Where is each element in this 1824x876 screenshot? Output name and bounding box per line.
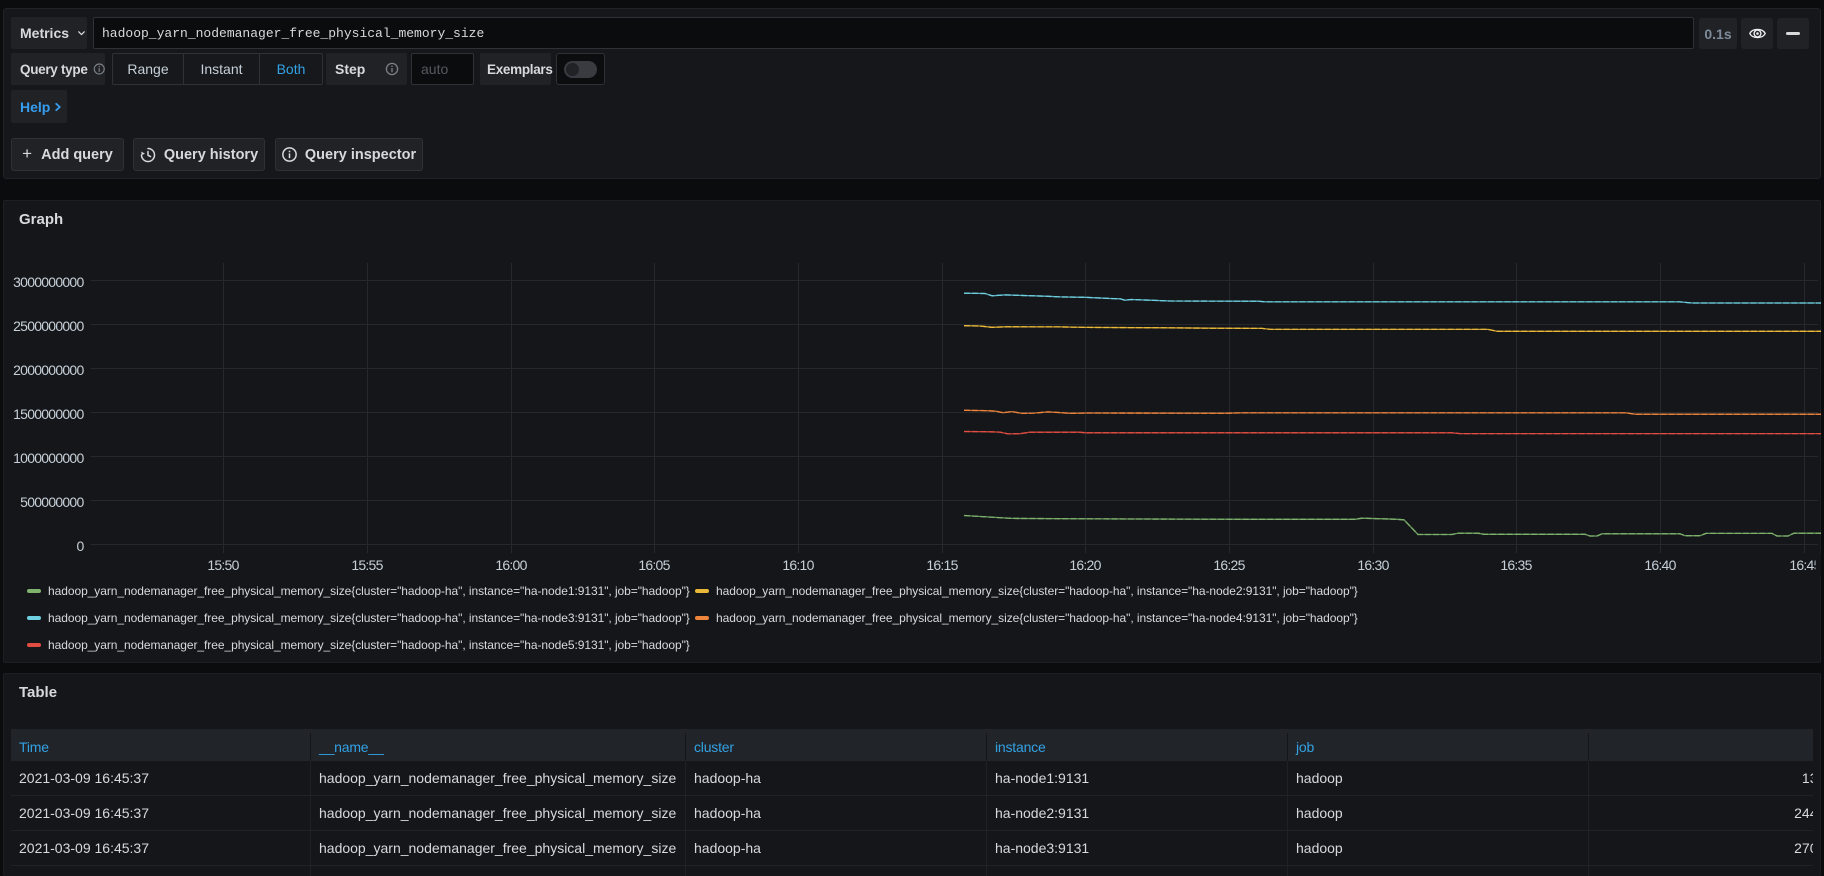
svg-text:16:25: 16:25	[1213, 557, 1245, 573]
svg-text:16:10: 16:10	[782, 557, 814, 573]
svg-text:16:35: 16:35	[1500, 557, 1532, 573]
svg-text:16:15: 16:15	[926, 557, 958, 573]
svg-text:0: 0	[76, 538, 84, 554]
svg-text:16:05: 16:05	[638, 557, 670, 573]
svg-text:15:50: 15:50	[207, 557, 239, 573]
svg-text:15:55: 15:55	[351, 557, 383, 573]
svg-text:16:30: 16:30	[1357, 557, 1389, 573]
svg-text:2000000000: 2000000000	[13, 362, 84, 378]
svg-text:3000000000: 3000000000	[13, 274, 84, 290]
svg-text:16:00: 16:00	[495, 557, 527, 573]
svg-text:1500000000: 1500000000	[13, 406, 84, 422]
svg-text:1000000000: 1000000000	[13, 450, 84, 466]
svg-text:500000000: 500000000	[20, 494, 84, 510]
svg-text:16:40: 16:40	[1644, 557, 1676, 573]
svg-text:16:20: 16:20	[1069, 557, 1101, 573]
svg-text:2500000000: 2500000000	[13, 318, 84, 334]
